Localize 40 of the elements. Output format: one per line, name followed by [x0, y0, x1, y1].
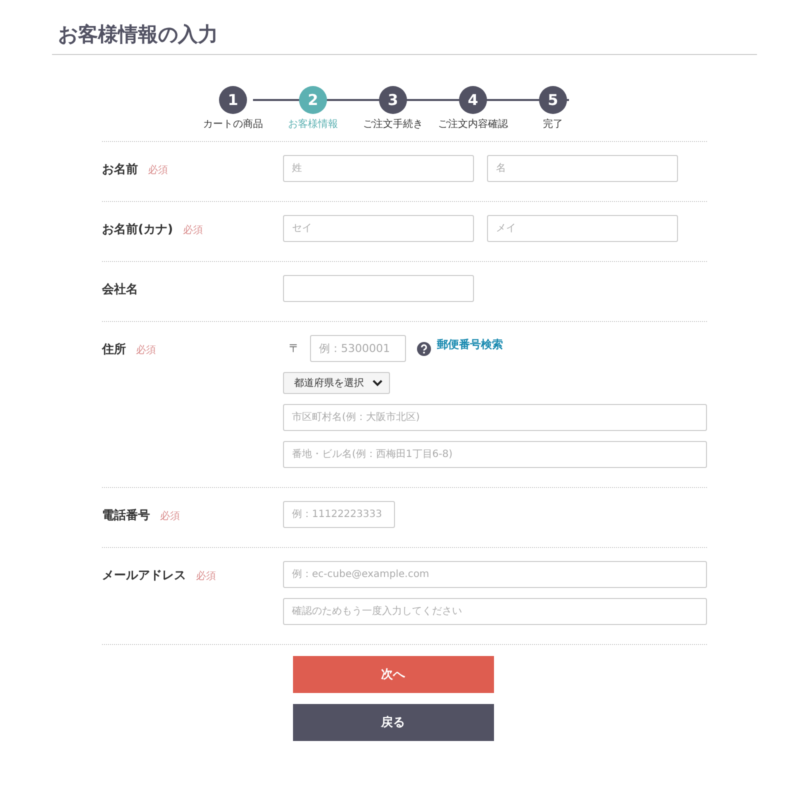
- step-number: 1: [219, 86, 247, 114]
- step-label: 完了: [543, 118, 563, 131]
- field-label: お名前(カナ): [102, 221, 173, 238]
- page-title: お客様情報の入力: [58, 21, 219, 48]
- prefecture-select[interactable]: 都道府県を選択: [283, 372, 390, 394]
- input-field[interactable]: 例：ec-cube@example.com: [283, 561, 707, 588]
- postal-mark: 〒: [289, 341, 300, 356]
- input-field[interactable]: [283, 275, 474, 302]
- input-field[interactable]: セイ: [283, 215, 474, 242]
- input-field[interactable]: メイ: [487, 215, 678, 242]
- step-number: 2: [299, 86, 327, 114]
- required-label: 必須: [182, 224, 203, 237]
- field-label: 電話番号: [102, 507, 150, 524]
- postal-search-link[interactable]: 郵便番号検索: [437, 337, 503, 352]
- input-field[interactable]: 名: [487, 155, 678, 182]
- step-label: お客様情報: [288, 118, 338, 131]
- field-label: メールアドレス: [102, 567, 186, 584]
- back-button[interactable]: 戻る: [292, 704, 494, 741]
- field-label: 会社名: [102, 281, 138, 298]
- step-label: ご注文手続き: [363, 118, 423, 131]
- field-label: 住所: [102, 341, 126, 358]
- required-label: 必須: [148, 164, 168, 177]
- step-label: カートの商品: [203, 118, 263, 131]
- required-label: 必須: [136, 344, 156, 357]
- input-field[interactable]: 確認のためもう一度入力してください: [283, 598, 707, 625]
- input-field[interactable]: 例：5300001: [310, 335, 406, 362]
- input-field[interactable]: 番地・ビル名(例：西梅田1丁目6-8): [283, 441, 707, 468]
- chevron-down-icon: [372, 379, 383, 387]
- input-field[interactable]: 例：11122223333: [283, 501, 395, 528]
- required-label: 必須: [196, 570, 216, 583]
- step-label: ご注文内容確認: [438, 118, 508, 131]
- step-number: 5: [539, 86, 567, 114]
- step-number: 4: [459, 86, 487, 114]
- help-icon[interactable]: [417, 342, 431, 356]
- step-number: 3: [379, 86, 407, 114]
- input-field[interactable]: 姓: [283, 155, 474, 182]
- input-field[interactable]: 市区町村名(例：大阪市北区): [283, 404, 707, 431]
- next-button[interactable]: 次へ: [292, 656, 494, 693]
- required-label: 必須: [160, 510, 180, 523]
- field-label: お名前: [102, 161, 138, 178]
